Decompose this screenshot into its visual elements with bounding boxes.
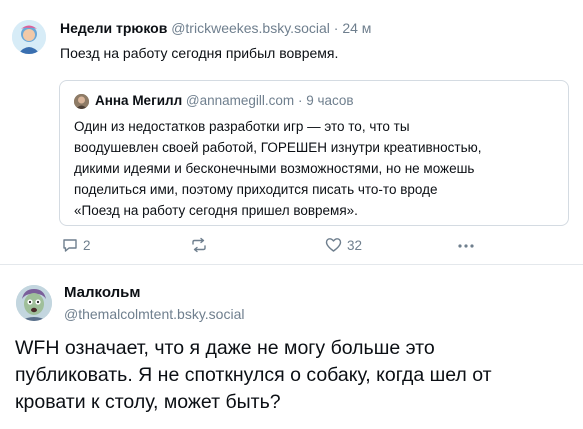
post-time[interactable]: 24 м — [342, 20, 371, 36]
quote-line: воодушевлен своей работой, ГОРЕШЕН изнут… — [74, 140, 482, 155]
separator: · — [297, 93, 303, 108]
post-line: WFH означает, что я даже не могу больше … — [15, 337, 435, 359]
author-handle[interactable]: @trickweekes.bsky.social — [171, 20, 330, 36]
quote-line: дикими идеями и бесконечными возможностя… — [74, 161, 475, 176]
post-header: Недели трюков @trickweekes.bsky.social ·… — [60, 20, 371, 36]
quote-text: Один из недостатков разработки игр — это… — [74, 116, 564, 221]
quote-avatar — [74, 94, 89, 109]
repost-button[interactable] — [190, 237, 213, 253]
author-name[interactable]: Недели трюков — [60, 20, 167, 36]
author-handle[interactable]: @themalcolmtent.bsky.social — [64, 306, 244, 322]
quote-author-name[interactable]: Анна Мегилл — [95, 93, 182, 108]
reply-count: 2 — [83, 237, 91, 253]
post-text: Поезд на работу сегодня прибыл вовремя. — [60, 45, 339, 61]
post-actions: 2 32 — [62, 237, 482, 257]
more-icon — [458, 244, 474, 248]
like-icon — [325, 238, 342, 252]
quote-line: Один из недостатков разработки игр — это… — [74, 119, 410, 134]
quote-line: «Поезд на работу сегодня пришел вовремя»… — [74, 203, 358, 218]
quoted-post[interactable]: Анна Мегилл @annamegill.com · 9 часов Од… — [59, 80, 569, 226]
reply-button[interactable]: 2 — [62, 237, 91, 253]
quote-time[interactable]: 9 часов — [306, 93, 353, 108]
post-line: публиковать. Я не споткнулся о собаку, к… — [15, 364, 492, 386]
post-item[interactable]: Недели трюков @trickweekes.bsky.social ·… — [0, 0, 583, 265]
avatar[interactable] — [12, 20, 46, 54]
quote-header: Анна Мегилл @annamegill.com · 9 часов — [95, 93, 354, 108]
reply-icon — [63, 239, 77, 252]
avatar-image — [12, 20, 46, 54]
quote-author-handle[interactable]: @annamegill.com — [186, 93, 294, 108]
post-item[interactable]: Малкольм @themalcolmtent.bsky.social WFH… — [0, 266, 583, 429]
avatar-image — [16, 285, 52, 321]
quote-line: поделиться ими, поэтому приходится писат… — [74, 182, 438, 197]
like-button[interactable]: 32 — [325, 237, 362, 253]
post-line: кровати к столу, может быть? — [15, 391, 281, 413]
separator: · — [333, 20, 339, 36]
avatar-image — [74, 94, 89, 109]
like-count: 32 — [347, 237, 363, 253]
more-button[interactable] — [457, 239, 475, 253]
avatar[interactable] — [16, 285, 52, 321]
repost-icon — [192, 237, 206, 253]
author-name[interactable]: Малкольм — [64, 284, 141, 301]
post-text: WFH означает, что я даже не могу больше … — [15, 335, 575, 416]
